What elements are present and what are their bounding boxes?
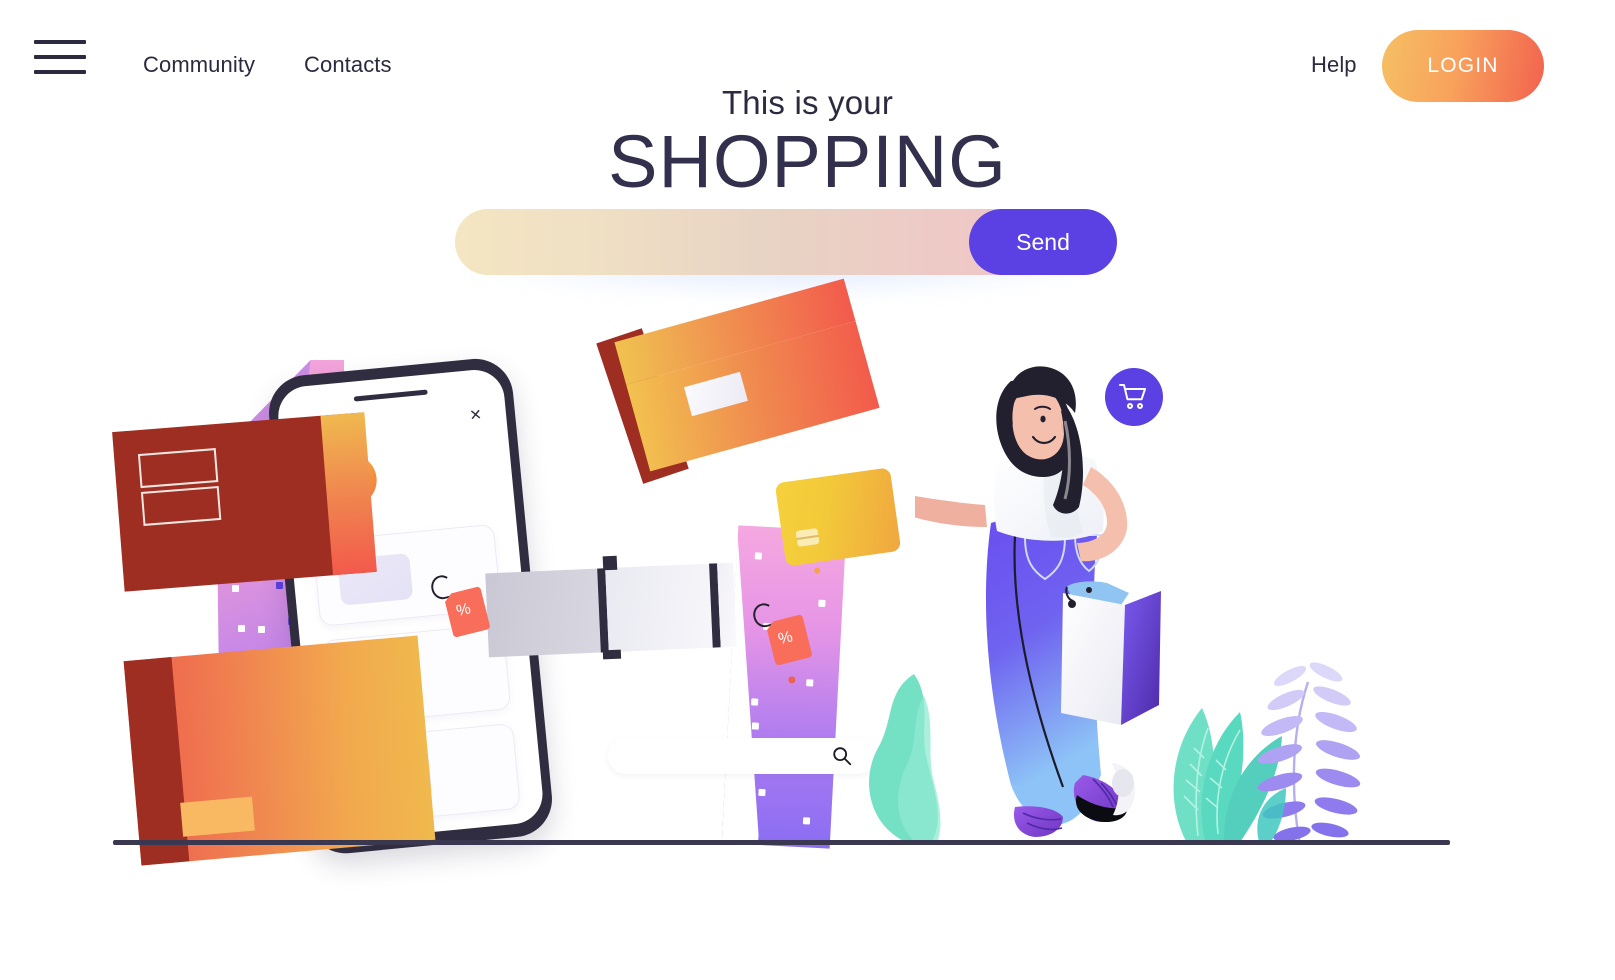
hamburger-line — [34, 70, 86, 74]
illustration-search-pill[interactable] — [608, 738, 876, 774]
shipping-label-outline — [140, 485, 222, 526]
hero-illustration: ✕ % % — [0, 278, 1615, 866]
search-icon — [833, 747, 852, 766]
plants-decoration — [1173, 662, 1361, 845]
parcel-side — [123, 657, 190, 866]
ground-line — [113, 840, 1450, 845]
nav-link-contacts[interactable]: Contacts — [304, 52, 392, 78]
phone-close-icon[interactable]: ✕ — [469, 406, 483, 424]
nav-link-community[interactable]: Community — [143, 52, 255, 78]
shipping-label-outline — [137, 448, 219, 489]
credit-card — [774, 467, 902, 567]
parcel-box-top — [596, 278, 880, 484]
building-window — [258, 626, 265, 633]
cart-badge-button[interactable] — [1105, 368, 1163, 426]
page-title: SHOPPING — [608, 120, 1007, 203]
nav-link-help[interactable]: Help — [1311, 52, 1357, 78]
building-window — [238, 625, 245, 632]
hamburger-line — [34, 40, 86, 44]
hero-kicker: This is your — [721, 84, 894, 121]
hero-text-block: This is your SHOPPING — [0, 86, 1615, 199]
phone-speaker-icon — [353, 389, 428, 402]
laptop-shape — [485, 555, 737, 660]
hamburger-menu-icon[interactable] — [34, 40, 86, 74]
shopping-cart-icon — [1119, 384, 1146, 409]
parcel-tape — [180, 796, 255, 837]
parcel-box-maroon — [112, 412, 377, 592]
fern-stem — [1292, 681, 1310, 845]
landing-page: Community Contacts Help LOGIN This is yo… — [0, 0, 1615, 980]
hero-search-group: Send — [455, 209, 1117, 301]
card-chip-icon — [795, 527, 820, 547]
parcel-box-bottom — [123, 635, 436, 866]
building-window — [276, 582, 283, 589]
promo-banner-shape — [721, 525, 847, 849]
hamburger-line — [34, 55, 86, 59]
send-button[interactable]: Send — [969, 209, 1117, 275]
building-window — [232, 585, 239, 592]
